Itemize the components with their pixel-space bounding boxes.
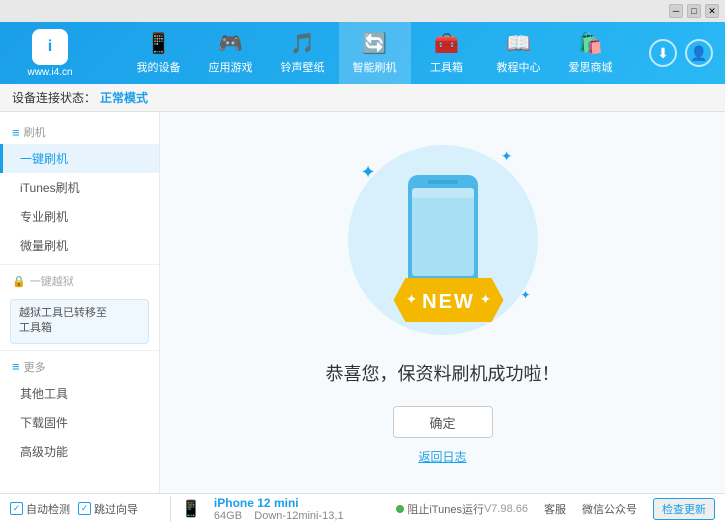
svg-text:✦: ✦ [405,291,417,307]
logo-area: i www.i4.cn [0,29,100,78]
sidebar-section-flash-label: 刷机 [24,124,46,140]
green-dot-icon [396,505,404,513]
check-update-button[interactable]: 检查更新 [653,498,715,520]
wechat-public-link[interactable]: 微信公众号 [582,501,637,517]
title-bar: ─ □ ✕ [0,0,725,22]
nav-device-label: 我的设备 [137,59,181,75]
user-button[interactable]: 👤 [685,39,713,67]
device-info: iPhone 12 mini 64GB Down-12mini-13,1 [209,496,396,522]
minimize-button[interactable]: ─ [669,4,683,18]
skip-wizard-check-icon: ✓ [78,502,91,515]
nav-apps-label: 应用游戏 [209,59,253,75]
version-text: V7.98.66 [484,503,528,515]
nav-ringtones-label: 铃声壁纸 [281,59,325,75]
skip-wizard-checkbox[interactable]: ✓ 跳过向导 [78,501,138,517]
lock-icon: 🔒 [12,275,26,288]
nav-items: 📱 我的设备 🎮 应用游戏 🎵 铃声壁纸 🔄 智能刷机 🧰 工具箱 📖 教程中心… [100,22,649,84]
status-label: 设备连接状态： [12,89,96,106]
sidebar-item-advanced[interactable]: 高级功能 [0,437,159,466]
device-details: 64GB Down-12mini-13,1 [214,510,396,522]
sidebar-item-pro-flash[interactable]: 专业刷机 [0,202,159,231]
confirm-button[interactable]: 确定 [393,406,493,438]
status-value: 正常模式 [100,89,148,106]
close-button[interactable]: ✕ [705,4,719,18]
sidebar-section-flash: ≡ 刷机 [0,120,159,144]
sidebar-item-other-tools[interactable]: 其他工具 [0,379,159,408]
bottom-bar: ✓ 自动检测 ✓ 跳过向导 📱 iPhone 12 mini 64GB Down… [0,493,725,523]
nav-my-device[interactable]: 📱 我的设备 [123,22,195,84]
maximize-button[interactable]: □ [687,4,701,18]
logo-text: www.i4.cn [27,67,72,78]
sidebar-item-itunes-flash[interactable]: iTunes刷机 [0,173,159,202]
nav-toolbox[interactable]: 🧰 工具箱 [411,22,483,84]
more-section-icon: ≡ [12,359,20,374]
sidebar-divider-1 [0,264,159,265]
phone-illustration: NEW ✦ ✦ ✦ ✦ ✦ [343,140,543,340]
sidebar-section-jailbreak: 🔒 一键越狱 [0,269,159,293]
nav-flash-icon: 🔄 [362,31,387,56]
svg-text:✦: ✦ [479,291,491,307]
nav-toolbox-label: 工具箱 [430,59,463,75]
nav-apps-icon: 🎮 [218,31,243,56]
sidebar-jailbreak-label: 一键越狱 [30,273,74,289]
auto-connect-label: 自动检测 [26,501,70,517]
content-area: NEW ✦ ✦ ✦ ✦ ✦ 恭喜您，保资料刷机成功啦！ 确定 返回日志 [160,112,725,493]
nav-apps-games[interactable]: 🎮 应用游戏 [195,22,267,84]
nav-device-icon: 📱 [146,31,171,56]
nav-mall-label: 爱思商城 [569,59,613,75]
sidebar: ≡ 刷机 一键刷机 iTunes刷机 专业刷机 微量刷机 🔒 一键越狱 越狱工具… [0,112,160,493]
sparkle-1: ✦ [361,162,376,183]
nav-mall[interactable]: 🛍️ 爱思商城 [555,22,627,84]
sparkle-3: ✦ [520,288,530,302]
bottom-left: ✓ 自动检测 ✓ 跳过向导 [10,501,170,517]
sidebar-note: 越狱工具已转移至工具箱 [10,299,149,344]
nav-toolbox-icon: 🧰 [434,31,459,56]
logo-icon: i [32,29,68,65]
nav-tutorial-icon: 📖 [506,31,531,56]
sidebar-item-one-click-flash[interactable]: 一键刷机 [0,144,159,173]
back-link[interactable]: 返回日志 [418,448,466,465]
customer-service-link[interactable]: 客服 [544,501,566,517]
sidebar-more-label: 更多 [24,359,46,375]
nav-tutorial-label: 教程中心 [497,59,541,75]
auto-connect-check-icon: ✓ [10,502,23,515]
header: i www.i4.cn 📱 我的设备 🎮 应用游戏 🎵 铃声壁纸 🔄 智能刷机 … [0,22,725,84]
nav-mall-icon: 🛍️ [578,31,603,56]
main-area: ≡ 刷机 一键刷机 iTunes刷机 专业刷机 微量刷机 🔒 一键越狱 越狱工具… [0,112,725,493]
nav-tutorial[interactable]: 📖 教程中心 [483,22,555,84]
sidebar-item-tiny-flash[interactable]: 微量刷机 [0,231,159,260]
nav-ringtones-icon: 🎵 [290,31,315,56]
success-message: 恭喜您，保资料刷机成功啦！ [326,360,560,386]
auto-connect-checkbox[interactable]: ✓ 自动检测 [10,501,70,517]
svg-text:NEW: NEW [422,291,475,313]
nav-smart-flash[interactable]: 🔄 智能刷机 [339,22,411,84]
nav-ringtones[interactable]: 🎵 铃声壁纸 [267,22,339,84]
sidebar-divider-2 [0,350,159,351]
download-button[interactable]: ⬇ [649,39,677,67]
itunes-status: 阻止iTunes运行 [396,501,484,517]
sparkle-2: ✦ [501,148,513,165]
device-name: iPhone 12 mini [214,496,396,510]
sidebar-item-download-firmware[interactable]: 下载固件 [0,408,159,437]
nav-flash-label: 智能刷机 [353,59,397,75]
header-right: ⬇ 👤 [649,39,725,67]
flash-section-icon: ≡ [12,125,20,140]
skip-wizard-label: 跳过向导 [94,501,138,517]
sidebar-section-more: ≡ 更多 [0,355,159,379]
status-bar: 设备连接状态： 正常模式 [0,84,725,112]
bottom-right: V7.98.66 客服 微信公众号 检查更新 [484,498,715,520]
device-icon: 📱 [181,499,201,519]
itunes-status-label: 阻止iTunes运行 [407,501,484,517]
